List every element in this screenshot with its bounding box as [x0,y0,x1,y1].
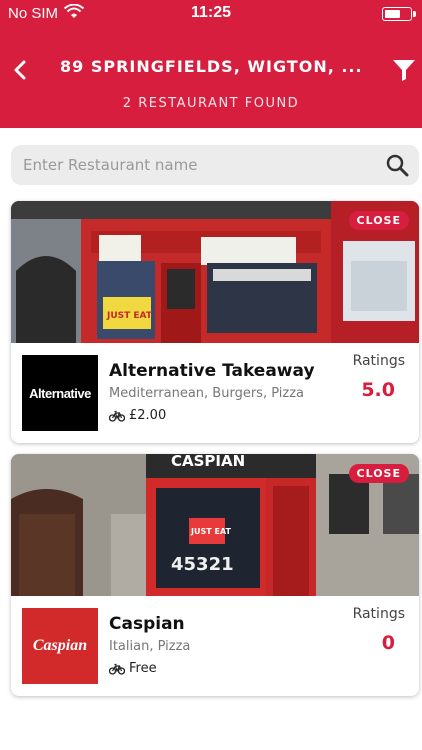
delivery-fee-value: Free [129,661,157,676]
page-title: 89 SPRINGFIELDS, WIGTON, ... [60,57,362,76]
svg-text:45321: 45321 [171,554,234,575]
status-badge: CLOSE [348,464,409,483]
status-badge: CLOSE [348,211,409,230]
bicycle-icon [109,663,125,675]
ratings-label: Ratings [352,353,405,369]
search-input[interactable] [23,145,373,185]
search-bar [11,145,419,185]
restaurant-card[interactable]: CASPIAN JUST EAT 45321 CLOSE Caspian Cas… [11,454,419,696]
restaurant-cuisine: Mediterranean, Burgers, Pizza [109,386,304,401]
svg-text:JUST EAT: JUST EAT [190,527,232,536]
chevron-left-icon [14,60,26,80]
delivery-fee: Free [109,661,157,676]
svg-text:JUST EAT: JUST EAT [106,311,153,321]
logo-text: Alternative [29,385,91,401]
restaurant-name: Caspian [109,614,185,634]
filter-icon [393,60,415,81]
restaurant-logo: Alternative [22,355,98,431]
back-button[interactable] [8,56,32,84]
ratings-value: 5.0 [361,379,395,401]
bicycle-icon [109,410,125,422]
restaurant-logo: Caspian [22,608,98,684]
restaurant-name: Alternative Takeaway [109,361,315,381]
logo-text: Caspian [32,637,88,654]
status-bar: No SIM 11:25 [0,0,422,28]
battery-icon [382,7,416,21]
ratings-label: Ratings [352,606,405,622]
restaurant-card[interactable]: JUST EAT CLOSE Alternative Alternative T… [11,201,419,443]
clock: 11:25 [190,4,232,21]
filter-button[interactable] [392,57,416,83]
svg-text:CASPIAN: CASPIAN [171,454,245,470]
results-count: 2 RESTAURANT FOUND [122,96,300,111]
delivery-fee: £2.00 [109,408,166,423]
header: No SIM 11:25 89 SPRINGFIELDS, WIGTON, ..… [0,0,422,128]
delivery-fee-value: £2.00 [129,408,167,423]
restaurant-cuisine: Italian, Pizza [109,639,191,654]
search-icon[interactable] [385,153,409,177]
ratings-value: 0 [381,632,395,654]
